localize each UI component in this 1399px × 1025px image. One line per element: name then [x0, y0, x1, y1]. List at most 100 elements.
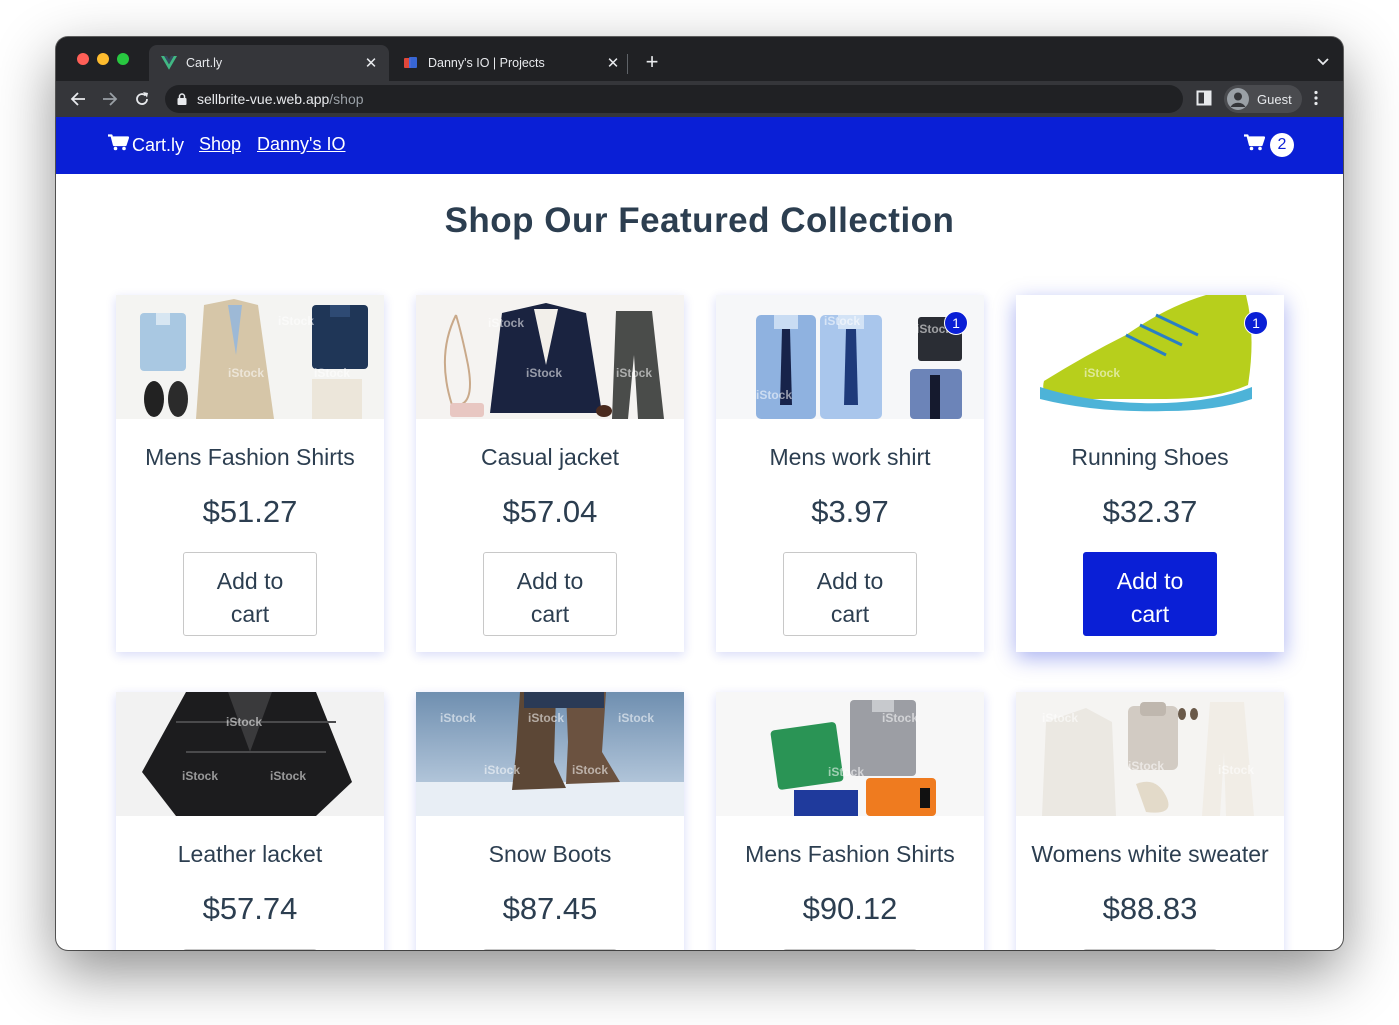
close-tab-icon[interactable]: ✕: [359, 54, 383, 72]
cart-quantity-badge: 1: [1244, 311, 1268, 335]
svg-text:iStock: iStock: [572, 763, 608, 777]
site-navbar: Cart.ly Shop Danny's IO 2: [56, 117, 1343, 174]
screen: Cart.ly ✕ Danny's IO | Projects ✕ + sell…: [0, 0, 1399, 1025]
product-name: Leather lacket: [177, 841, 323, 867]
mens-outfit-image: iStock iStock iStock: [116, 295, 384, 419]
product-card: iStock iStock iStock Womens white sweater …: [1016, 692, 1284, 950]
close-tab-icon[interactable]: ✕: [601, 54, 625, 72]
product-price: $3.97: [811, 494, 889, 529]
product-card: iStock iStock iStock Mens Fashion Shirts $…: [116, 295, 384, 652]
running-shoe-image: iStock: [1016, 295, 1284, 419]
url-domain: sellbrite-vue.web.app: [197, 91, 330, 107]
reload-icon[interactable]: [131, 88, 153, 110]
svg-text:iStock: iStock: [756, 388, 792, 402]
svg-text:iStock: iStock: [528, 711, 564, 725]
tab-cartly[interactable]: Cart.ly ✕: [149, 45, 389, 81]
add-label-line1: Add to: [216, 567, 284, 594]
svg-text:iStock: iStock: [616, 366, 652, 380]
add-label-line2: cart: [230, 600, 270, 627]
new-tab-icon[interactable]: +: [639, 50, 665, 76]
casual-jacket-image: iStock iStock iStock: [416, 295, 684, 419]
lock-icon: [177, 93, 187, 105]
add-to-cart-button[interactable]: Add to cart: [1083, 552, 1217, 636]
more-options-icon[interactable]: [1314, 90, 1318, 111]
svg-text:iStock: iStock: [526, 366, 562, 380]
add-label-line2: cart: [530, 600, 570, 627]
svg-text:iStock: iStock: [1042, 711, 1078, 725]
browser-toolbar: sellbrite-vue.web.app/shop Guest: [56, 81, 1343, 117]
nav-link-shop[interactable]: Shop: [199, 134, 241, 155]
add-to-cart-button[interactable]: Add tocart: [783, 949, 917, 950]
polo-shirts-image: iStock iStock: [716, 692, 984, 816]
tab-title: Cart.ly: [186, 56, 223, 70]
forward-arrow-icon[interactable]: [99, 88, 121, 110]
product-card: iStock iStock iStock 1 Mens work shirt $3.…: [716, 295, 984, 652]
add-to-cart-button[interactable]: Add tocart: [483, 949, 617, 950]
svg-text:iStock: iStock: [828, 765, 864, 779]
product-price: $51.27: [202, 494, 298, 529]
product-card: iStock iStock iStock iStock iStock Snow Boot…: [416, 692, 684, 950]
shopping-cart-icon: [1244, 134, 1266, 156]
product-name: Womens white sweater: [1031, 841, 1269, 867]
guest-avatar-icon: [1227, 88, 1249, 110]
product-card: iStock iStock Mens Fashion Shirts $90.12 …: [716, 692, 984, 950]
svg-text:iStock: iStock: [618, 711, 654, 725]
product-card: iStock iStock iStock Leather lacket $57.74…: [116, 692, 384, 950]
brand-link[interactable]: Cart.ly: [108, 134, 184, 156]
svg-text:iStock: iStock: [440, 711, 476, 725]
add-to-cart-button[interactable]: Add to cart: [183, 552, 317, 636]
product-card: iStock iStock iStock Casual jacket $57.04 …: [416, 295, 684, 652]
profile-button[interactable]: Guest: [1224, 85, 1302, 113]
product-name: Mens work shirt: [769, 444, 931, 470]
svg-text:iStock: iStock: [1084, 366, 1120, 380]
svg-text:iStock: iStock: [1128, 759, 1164, 773]
nav-cart-button[interactable]: 2: [1244, 133, 1294, 157]
white-outfit-image: iStock iStock iStock: [1016, 692, 1284, 816]
tab-divider: [627, 54, 628, 74]
cart-count-badge: 2: [1270, 133, 1294, 157]
side-panel-icon[interactable]: [1196, 90, 1212, 111]
add-label-line1: Add to: [516, 567, 584, 594]
product-name: Casual jacket: [480, 444, 620, 470]
url-path: /shop: [329, 91, 364, 107]
tab-dannys-io[interactable]: Danny's IO | Projects ✕: [391, 45, 631, 81]
svg-text:iStock: iStock: [226, 715, 262, 729]
product-price: $57.74: [202, 891, 298, 926]
maximize-window-button[interactable]: [117, 53, 129, 65]
close-window-button[interactable]: [77, 53, 89, 65]
add-label-line1: Add to: [816, 567, 884, 594]
product-price: $88.83: [1102, 891, 1198, 926]
add-label-line2: cart: [1130, 600, 1170, 627]
svg-text:iStock: iStock: [270, 769, 306, 783]
browser-window: Cart.ly ✕ Danny's IO | Projects ✕ + sell…: [56, 37, 1343, 950]
leather-jacket-image: iStock iStock iStock: [116, 692, 384, 816]
svg-text:iStock: iStock: [488, 316, 524, 330]
product-name: Running Shoes: [1071, 444, 1229, 470]
add-label-line1: Add to: [1116, 567, 1184, 594]
product-price: $32.37: [1102, 494, 1198, 529]
minimize-window-button[interactable]: [97, 53, 109, 65]
svg-text:iStock: iStock: [1218, 763, 1254, 777]
product-name: Mens Fashion Shirts: [145, 444, 355, 470]
dannys-io-logo-icon: [403, 55, 419, 71]
add-to-cart-button[interactable]: Add tocart: [783, 552, 917, 636]
nav-link-dannys-io[interactable]: Danny's IO: [257, 134, 345, 155]
web-page: Cart.ly Shop Danny's IO 2 Shop Our Featu…: [56, 117, 1343, 950]
product-price: $87.45: [502, 891, 598, 926]
shopping-cart-icon: [108, 134, 130, 156]
back-arrow-icon[interactable]: [67, 88, 89, 110]
product-name: Snow Boots: [488, 841, 612, 867]
add-to-cart-button[interactable]: Add tocart: [1083, 949, 1217, 950]
add-to-cart-button[interactable]: Add to cart: [483, 552, 617, 636]
vue-logo-icon: [161, 55, 177, 71]
add-to-cart-button[interactable]: Add tocart: [183, 949, 317, 950]
page-title: Shop Our Featured Collection: [444, 201, 955, 240]
svg-text:iStock: iStock: [228, 366, 264, 380]
chevron-down-icon[interactable]: [1317, 53, 1329, 71]
snow-boots-image: iStock iStock iStock iStock iStock: [416, 692, 684, 816]
cart-quantity-badge: 1: [944, 311, 968, 335]
address-bar[interactable]: sellbrite-vue.web.app/shop: [165, 85, 1183, 113]
brand-name: Cart.ly: [132, 134, 185, 155]
tab-strip: Cart.ly ✕ Danny's IO | Projects ✕ +: [56, 37, 1343, 81]
profile-label: Guest: [1257, 91, 1292, 107]
